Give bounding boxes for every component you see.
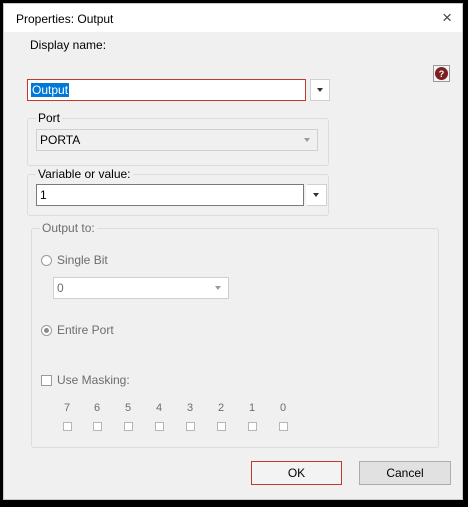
port-label: Port	[36, 111, 63, 125]
variable-input[interactable]: 1	[36, 184, 304, 206]
bit-label-0: 0	[279, 402, 287, 414]
bit-checkbox-4[interactable]	[155, 422, 164, 431]
bit-checkbox-0[interactable]	[279, 422, 288, 431]
single-bit-radio[interactable]	[41, 255, 52, 266]
bit-label-5: 5	[124, 402, 132, 414]
port-group: Port PORTA	[27, 111, 329, 166]
variable-label: Variable or value:	[36, 167, 133, 181]
port-select[interactable]: PORTA	[36, 129, 318, 151]
bit-label-3: 3	[186, 402, 194, 414]
bit-checkbox-1[interactable]	[248, 422, 257, 431]
bit-value: 0	[57, 281, 64, 295]
bit-label-1: 1	[248, 402, 256, 414]
bit-checkbox-5[interactable]	[124, 422, 133, 431]
cancel-button[interactable]: Cancel	[359, 461, 451, 485]
use-masking-checkbox[interactable]	[41, 375, 52, 386]
bit-label-4: 4	[155, 402, 163, 414]
bit-label-6: 6	[93, 402, 101, 414]
chevron-down-icon	[215, 286, 221, 290]
variable-value: 1	[40, 188, 47, 202]
window-title: Properties: Output	[16, 12, 114, 26]
close-icon[interactable]: ×	[442, 8, 452, 28]
single-bit-label: Single Bit	[57, 253, 108, 267]
bit-checkbox-6[interactable]	[93, 422, 102, 431]
output-to-label: Output to:	[40, 221, 97, 235]
bit-select[interactable]: 0	[53, 277, 229, 299]
use-masking-label: Use Masking:	[57, 373, 130, 387]
properties-dialog: Properties: Output × ? Display name: Out…	[3, 3, 463, 500]
display-name-label: Display name:	[30, 38, 107, 52]
bit-label-2: 2	[217, 402, 225, 414]
chevron-down-icon	[313, 193, 319, 197]
help-icon[interactable]: ?	[433, 65, 450, 82]
ok-button[interactable]: OK	[251, 461, 342, 485]
port-value: PORTA	[40, 133, 81, 147]
bit-checkbox-2[interactable]	[217, 422, 226, 431]
bit-checkbox-7[interactable]	[63, 422, 72, 431]
display-name-input[interactable]: Output	[27, 79, 306, 101]
output-to-group: Output to: Single Bit 0 Entire Port Use …	[31, 221, 439, 448]
display-name-dropdown[interactable]	[310, 79, 330, 101]
entire-port-label: Entire Port	[57, 323, 114, 337]
chevron-down-icon	[317, 88, 323, 92]
title-bar: Properties: Output ×	[4, 4, 462, 32]
variable-group: Variable or value: 1	[27, 167, 329, 216]
display-name-value: Output	[31, 83, 70, 97]
bit-checkbox-3[interactable]	[186, 422, 195, 431]
variable-dropdown[interactable]	[306, 184, 327, 206]
bit-label-7: 7	[63, 402, 71, 414]
chevron-down-icon	[304, 138, 310, 142]
entire-port-radio[interactable]	[41, 325, 52, 336]
